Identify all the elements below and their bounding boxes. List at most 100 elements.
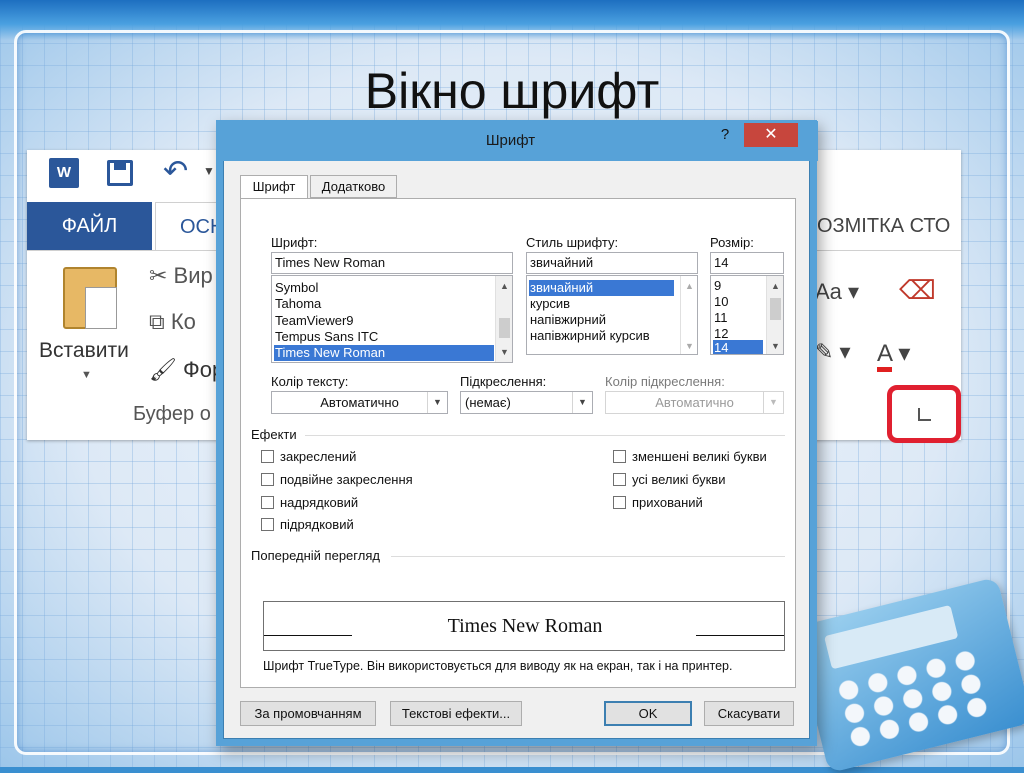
list-item-selected[interactable]: 14 xyxy=(713,340,763,354)
checkbox-label: зменшені великі букви xyxy=(632,449,767,464)
list-item[interactable]: напівжирний курсив xyxy=(529,328,674,344)
font-size-list[interactable]: 9 10 11 12 14 ▲ ▼ xyxy=(710,275,784,355)
underline-color-value: Автоматично xyxy=(655,395,734,410)
size-list-scrollbar[interactable]: ▲ ▼ xyxy=(766,276,783,354)
checkbox-subscript[interactable]: підрядковий xyxy=(261,517,354,535)
checkbox-box[interactable] xyxy=(261,473,274,486)
set-default-button[interactable]: За промовчанням xyxy=(240,701,376,726)
clipboard-icon[interactable] xyxy=(63,267,117,329)
checkbox-hidden[interactable]: прихований xyxy=(613,495,703,513)
list-item-selected[interactable]: звичайний xyxy=(529,280,674,296)
list-item[interactable]: 11 xyxy=(713,310,763,326)
font-name-list[interactable]: Symbol Tahoma TeamViewer9 Tempus Sans IT… xyxy=(271,275,513,363)
checkbox-box[interactable] xyxy=(261,450,274,463)
list-item[interactable]: 10 xyxy=(713,294,763,310)
list-item[interactable]: курсив xyxy=(529,296,674,312)
scroll-down-icon[interactable]: ▼ xyxy=(496,344,512,360)
tab-advanced[interactable]: Додатково xyxy=(310,175,397,198)
font-dialog: Шрифт ? ✕ Шрифт Додатково Шрифт: Times N… xyxy=(217,121,818,739)
underline-color-label: Колір підкреслення: xyxy=(605,374,725,389)
checkbox-label: закреслений xyxy=(280,449,357,464)
checkbox-box[interactable] xyxy=(261,518,274,531)
format-painter-button[interactable]: 🖌 Фор xyxy=(149,357,224,383)
save-icon[interactable] xyxy=(107,160,133,186)
chevron-down-icon[interactable]: ▼ xyxy=(203,164,215,178)
style-list-scrollbar[interactable]: ▲ ▼ xyxy=(680,276,697,354)
close-button[interactable]: ✕ xyxy=(744,123,798,147)
help-button[interactable]: ? xyxy=(714,126,736,148)
checkbox-label: подвійне закреслення xyxy=(280,472,413,487)
chevron-down-icon[interactable]: ▼ xyxy=(427,392,447,413)
font-style-input[interactable]: звичайний xyxy=(526,252,698,274)
text-color-select[interactable]: Автоматично ▼ xyxy=(271,391,448,414)
scroll-up-icon[interactable]: ▲ xyxy=(681,278,697,294)
ok-button[interactable]: OK xyxy=(604,701,692,726)
font-color-button[interactable]: A ▾ xyxy=(877,339,910,372)
checkbox-box[interactable] xyxy=(613,450,626,463)
font-tab-panel: Шрифт: Times New Roman Symbol Tahoma Tea… xyxy=(240,198,796,688)
checkbox-box[interactable] xyxy=(613,496,626,509)
checkbox-box[interactable] xyxy=(613,473,626,486)
brush-icon: 🖌 xyxy=(149,357,184,382)
dialog-titlebar[interactable]: Шрифт ? ✕ xyxy=(217,121,818,161)
paste-button[interactable]: Вставити xyxy=(39,339,129,363)
list-item[interactable]: Tempus Sans ITC xyxy=(274,329,494,345)
list-item-selected[interactable]: Times New Roman xyxy=(274,345,494,361)
word-logo-icon: W xyxy=(49,158,79,188)
checkbox-all-caps[interactable]: усі великі букви xyxy=(613,472,725,490)
checkbox-small-caps[interactable]: зменшені великі букви xyxy=(613,449,767,467)
scroll-up-icon[interactable]: ▲ xyxy=(496,278,512,294)
scroll-down-icon[interactable]: ▼ xyxy=(767,338,783,354)
text-color-label: Колір тексту: xyxy=(271,374,349,389)
slide-title: Вікно шрифт xyxy=(364,63,660,119)
scroll-thumb[interactable] xyxy=(770,298,781,320)
font-size-input[interactable]: 14 xyxy=(710,252,784,274)
chevron-down-icon[interactable]: ▼ xyxy=(572,392,592,413)
undo-icon[interactable]: ↶ xyxy=(163,154,188,189)
highlighter-icon[interactable]: ✎ ▾ xyxy=(815,339,851,365)
underline-select[interactable]: (немає) ▼ xyxy=(460,391,593,414)
effects-label: Ефекти xyxy=(251,427,297,442)
font-color-icon: A xyxy=(877,340,892,372)
checkbox-label: прихований xyxy=(632,495,703,510)
underline-value: (немає) xyxy=(465,395,511,410)
font-name-input[interactable]: Times New Roman xyxy=(271,252,513,274)
checkbox-strikethrough[interactable]: закреслений xyxy=(261,449,356,467)
font-dialog-launcher-highlight xyxy=(887,385,961,443)
scroll-down-icon[interactable]: ▼ xyxy=(681,338,697,354)
checkbox-label: підрядковий xyxy=(280,517,354,532)
cut-button[interactable]: ✂ Вир xyxy=(149,263,213,289)
chevron-down-icon[interactable]: ▼ xyxy=(81,369,92,381)
cancel-button[interactable]: Скасувати xyxy=(704,701,794,726)
font-list-scrollbar[interactable]: ▲ ▼ xyxy=(495,276,512,362)
checkbox-superscript[interactable]: надрядковий xyxy=(261,495,358,513)
scroll-thumb[interactable] xyxy=(499,318,510,338)
list-item[interactable]: TeamViewer9 xyxy=(274,313,494,329)
list-item[interactable]: 9 xyxy=(713,278,763,294)
list-item[interactable]: Tahoma xyxy=(274,296,494,312)
list-item[interactable]: напівжирний xyxy=(529,312,674,328)
checkbox-box[interactable] xyxy=(261,496,274,509)
font-size-label: Розмір: xyxy=(710,235,754,250)
preview-divider xyxy=(391,556,785,557)
checkbox-double-strikethrough[interactable]: подвійне закреслення xyxy=(261,472,413,490)
eraser-icon[interactable]: ⌫ xyxy=(899,275,936,306)
tab-file[interactable]: ФАЙЛ xyxy=(27,202,152,250)
font-style-list[interactable]: звичайний курсив напівжирний напівжирний… xyxy=(526,275,698,355)
text-effects-button[interactable]: Текстові ефекти... xyxy=(390,701,522,726)
copy-button[interactable]: ⧉ Ко xyxy=(149,309,196,335)
tab-layout[interactable]: ОЗМІТКА СТО xyxy=(817,202,967,250)
preview-label: Попередній перегляд xyxy=(251,548,380,563)
list-item[interactable]: Symbol xyxy=(274,280,494,296)
scroll-up-icon[interactable]: ▲ xyxy=(767,278,783,294)
dialog-launcher-icon[interactable] xyxy=(918,408,931,421)
copy-icon: ⧉ xyxy=(149,309,171,334)
underline-color-select: Автоматично ▼ xyxy=(605,391,784,414)
checkbox-label: усі великі букви xyxy=(632,472,726,487)
underline-label: Підкреслення: xyxy=(460,374,547,389)
dialog-body: Шрифт Додатково Шрифт: Times New Roman S… xyxy=(224,161,809,738)
checkbox-label: надрядковий xyxy=(280,495,359,510)
tab-font[interactable]: Шрифт xyxy=(240,175,308,200)
change-case-button[interactable]: Aa ▾ xyxy=(815,279,859,305)
effects-divider xyxy=(305,435,785,436)
